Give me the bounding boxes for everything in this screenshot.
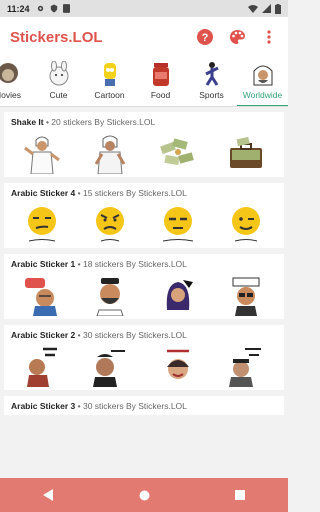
pack-name: Arabic Sticker 4 (11, 188, 76, 198)
sticker-angry-emoji[interactable] (90, 205, 130, 245)
battery-icon (275, 3, 281, 14)
tab-label: Sports (199, 90, 224, 100)
sticker-pack[interactable]: Arabic Sticker 1 • 18 stickers By Sticke… (4, 254, 284, 319)
wifi-icon (248, 5, 258, 13)
sticker-woman-face[interactable] (158, 347, 198, 387)
cartoon-icon (97, 61, 123, 87)
tab-label: Cute (49, 90, 68, 100)
pack-header: Arabic Sticker 3 • 30 stickers By Sticke… (4, 396, 284, 415)
tab-label: Cartoon (94, 90, 125, 100)
pack-header: Arabic Sticker 1 • 18 stickers By Sticke… (4, 254, 284, 273)
tab-cartoon[interactable]: Cartoon (84, 57, 135, 106)
sticker-flying-money[interactable] (158, 134, 198, 174)
svg-text:?: ? (202, 32, 209, 44)
tab-sports[interactable]: Sports (186, 57, 237, 106)
pack-meta: • 18 stickers By Stickers.LOL (75, 259, 187, 269)
pack-name: Shake It (11, 117, 44, 127)
palette-icon (229, 30, 245, 44)
pack-meta: • 15 stickers By Stickers.LOL (75, 188, 187, 198)
sim-status-icon (62, 4, 70, 13)
worldwide-icon (250, 61, 276, 87)
tab-movies[interactable]: Movies (0, 57, 33, 106)
category-tabs: Movies Cute Cartoon Food Sports Worldwid… (0, 57, 288, 107)
food-icon (148, 61, 174, 87)
back-button[interactable] (38, 485, 58, 505)
pack-meta: • 30 stickers By Stickers.LOL (75, 330, 187, 340)
sticker-pack[interactable]: Arabic Sticker 2 • 30 stickers By Sticke… (4, 325, 284, 390)
signal-icon (262, 4, 271, 13)
sports-icon (199, 61, 225, 87)
sticker-smirk-emoji[interactable] (22, 205, 62, 245)
recents-button[interactable] (230, 485, 250, 505)
sticker-shouting-man[interactable] (22, 347, 62, 387)
sticker-man-glasses[interactable] (226, 276, 266, 316)
sticker-woman-hijab[interactable] (158, 276, 198, 316)
recents-icon (235, 490, 245, 500)
sticker-standing-man[interactable] (90, 134, 130, 174)
tab-food[interactable]: Food (135, 57, 186, 106)
sticker-squint-emoji[interactable] (158, 205, 198, 245)
pack-header: Arabic Sticker 2 • 30 stickers By Sticke… (4, 325, 284, 344)
tab-cute[interactable]: Cute (33, 57, 84, 106)
home-button[interactable] (134, 485, 154, 505)
sticker-pack-list[interactable]: Shake It • 20 stickers By Stickers.LOL A… (0, 108, 288, 478)
sticker-dancing-man[interactable] (22, 134, 62, 174)
sticker-man-speech[interactable] (22, 276, 62, 316)
overflow-menu-button[interactable] (260, 28, 278, 46)
app-bar: Stickers.LOL ? (0, 17, 288, 57)
pack-meta: • 30 stickers By Stickers.LOL (75, 401, 187, 411)
sticker-wink-emoji[interactable] (226, 205, 266, 245)
tab-label: Worldwide (242, 90, 283, 100)
pack-header: Arabic Sticker 4 • 15 stickers By Sticke… (4, 183, 284, 202)
movies-icon (0, 61, 21, 87)
navigation-bar (0, 478, 288, 512)
pack-name: Arabic Sticker 2 (11, 330, 76, 340)
home-icon (139, 490, 149, 500)
tab-label: Movies (0, 90, 21, 100)
pack-header: Shake It • 20 stickers By Stickers.LOL (4, 112, 284, 131)
sticker-bearded-man[interactable] (90, 276, 130, 316)
sticker-pack[interactable]: Arabic Sticker 3 • 30 stickers By Sticke… (4, 396, 284, 415)
help-icon: ? (197, 29, 213, 45)
settings-status-icon (37, 5, 43, 12)
pack-name: Arabic Sticker 1 (11, 259, 76, 269)
more-vert-icon (267, 30, 271, 44)
help-button[interactable]: ? (196, 28, 214, 46)
theme-button[interactable] (228, 28, 246, 46)
status-time: 11:24 (7, 3, 30, 14)
sticker-money-case[interactable] (226, 134, 266, 174)
sticker-old-man[interactable] (226, 347, 266, 387)
shield-status-icon (50, 4, 57, 13)
back-icon (42, 489, 53, 501)
cute-icon (46, 61, 72, 87)
tab-label: Food (150, 90, 171, 100)
tab-worldwide[interactable]: Worldwide (237, 57, 288, 106)
app-title: Stickers.LOL (10, 28, 103, 46)
status-bar: 11:24 (0, 0, 288, 17)
sticker-pack[interactable]: Shake It • 20 stickers By Stickers.LOL (4, 112, 284, 177)
sticker-pack[interactable]: Arabic Sticker 4 • 15 stickers By Sticke… (4, 183, 284, 248)
pack-name: Arabic Sticker 3 (11, 401, 76, 411)
pack-meta: • 20 stickers By Stickers.LOL (43, 117, 156, 127)
sticker-actor-portrait[interactable] (90, 347, 130, 387)
